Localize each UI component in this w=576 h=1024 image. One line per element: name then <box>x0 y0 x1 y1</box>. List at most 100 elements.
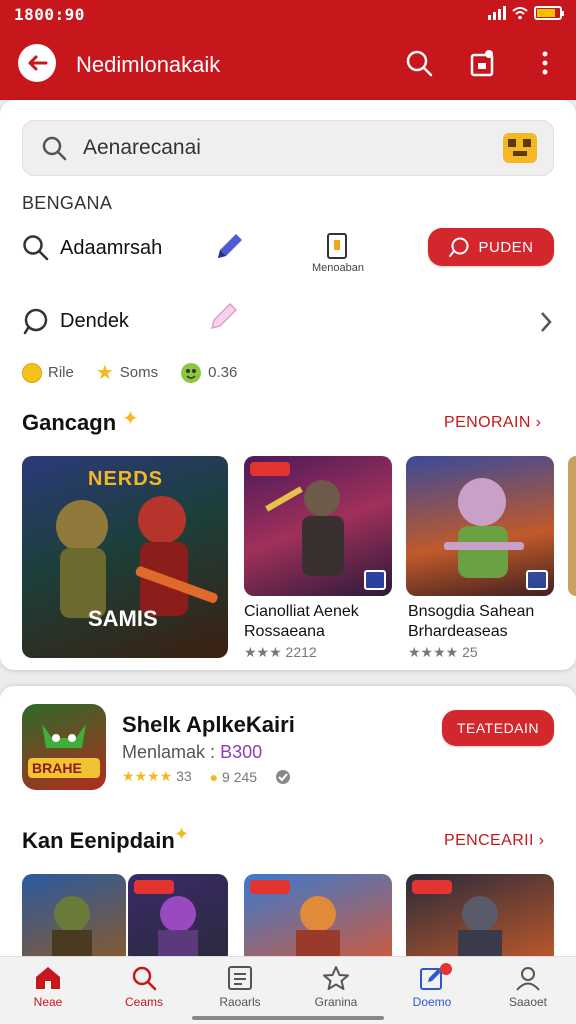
battery-icon <box>534 6 564 20</box>
list-icon <box>228 966 252 990</box>
game-card-7[interactable] <box>244 874 392 956</box>
section2-see-all[interactable]: PENCEARII › <box>444 832 544 850</box>
nav-list-label: Raoarls <box>219 995 261 1009</box>
featured-downloads: ● 9 245 <box>210 769 257 785</box>
nav-profile-label: Saaoet <box>508 995 548 1009</box>
chevron-right-icon[interactable] <box>538 310 554 334</box>
section1-see-all-label: PENORAIN <box>444 414 531 431</box>
featured-price: B300 <box>220 742 263 762</box>
search-icon <box>406 50 433 77</box>
install-button-label: TEATEDAIN <box>456 720 540 736</box>
star-icon: ★ <box>95 362 114 384</box>
verified-icon <box>276 769 291 784</box>
bottom-nav: Neae Ceams Raoarls Granina Doemo Saaoet <box>0 956 576 1024</box>
nav-star-label: Granina <box>314 995 358 1009</box>
coin-icon <box>22 362 42 383</box>
section1-see-all[interactable]: PENORAIN › <box>444 414 541 432</box>
card3-title-line2: Brhardeaseas <box>408 623 508 640</box>
game-card-3[interactable] <box>406 456 554 596</box>
search-button[interactable] <box>402 46 436 80</box>
pencil-icon[interactable] <box>206 300 240 334</box>
section1-title: Gancagn <box>22 410 117 435</box>
featured-rating: ★★★★ 33 <box>122 768 192 785</box>
card1-logo-text: NERDS <box>88 468 164 490</box>
back-button[interactable] <box>18 44 56 82</box>
wifi-icon <box>512 7 528 20</box>
main-sheet: BENGANA Adaamrsah Menoaban PUDEN Dendek … <box>0 100 576 670</box>
star-text: Soms <box>119 364 159 381</box>
section2-see-all-label: PENCEARII <box>444 832 534 849</box>
section2-title: Kan Eenipdain <box>22 828 175 853</box>
game-card-5[interactable] <box>22 874 126 956</box>
card3-title-line1: Bnsogdia Sahean <box>408 603 535 620</box>
game-card-4-peek[interactable] <box>568 456 576 596</box>
star-icon <box>323 966 349 990</box>
card-badge <box>134 880 174 894</box>
card2-title-line1: Cianolliat Aenek <box>244 603 359 620</box>
open-button[interactable]: PUDEN <box>428 228 554 266</box>
featured-app-subtitle: Menlamak : B300 <box>122 742 262 763</box>
card2-title: Cianolliat Aenek Rossaeana <box>244 602 359 642</box>
section-label: BENGANA <box>22 193 113 213</box>
system-indicators <box>488 6 564 20</box>
nav-edit-label: Doemo <box>412 995 452 1009</box>
nav-edit[interactable]: Doemo <box>384 957 480 1024</box>
smiley-icon: ● <box>209 768 219 785</box>
game-art <box>52 896 92 956</box>
expand-icon <box>364 570 386 590</box>
nav-list[interactable]: Raoarls <box>192 957 288 1024</box>
mini-caption: Menoaban <box>312 262 364 274</box>
featured-downloads-count: 9 245 <box>222 768 258 785</box>
nav-search[interactable]: Ceams <box>96 957 192 1024</box>
document-icon[interactable] <box>326 232 348 260</box>
game-card-8[interactable] <box>406 874 554 956</box>
card2-title-line2: Rossaeana <box>244 623 325 640</box>
game-card-2[interactable] <box>244 456 392 596</box>
nav-star[interactable]: Granina <box>288 957 384 1024</box>
secondary-action-row[interactable]: Dendek <box>22 307 129 335</box>
featured-subtitle-text: Menlamak : <box>122 742 216 762</box>
card2-rating: ★★★ 2212 <box>244 644 317 660</box>
more-vertical-icon <box>542 51 548 75</box>
card-badge <box>250 462 290 476</box>
featured-app-icon[interactable]: BRAHE <box>22 704 106 790</box>
card-badge <box>412 880 452 894</box>
search-icon <box>42 136 67 161</box>
game-card-1[interactable]: NERDS SAMIS <box>22 456 228 658</box>
nav-profile[interactable]: Saaoet <box>480 957 576 1024</box>
search-input[interactable] <box>83 133 483 163</box>
primary-action-row[interactable]: Adaamrsah <box>22 234 162 262</box>
pen-icon[interactable] <box>212 230 246 264</box>
open-button-label: PUDEN <box>478 238 534 256</box>
share-button[interactable] <box>466 46 500 80</box>
mascot-icon <box>503 133 537 163</box>
rating-meta: 0.36 <box>180 362 237 384</box>
gesture-bar[interactable] <box>192 1016 384 1020</box>
game-card-6[interactable] <box>128 874 228 956</box>
nav-search-label: Ceams <box>124 995 163 1009</box>
rating-text: 0.36 <box>208 364 238 381</box>
featured-meta: ★★★★ 33 ● 9 245 <box>122 768 291 785</box>
featured-rating-count: 33 <box>176 768 192 784</box>
secondary-action-label: Dendek <box>60 309 129 332</box>
install-button[interactable]: TEATEDAIN <box>442 710 554 746</box>
coin-meta: Rile <box>22 362 74 383</box>
featured-app-name: Shelk AplkeKairi <box>122 712 295 737</box>
status-bar: 1800:90 <box>0 0 576 28</box>
card1-label: SAMIS <box>88 606 158 631</box>
search-bar[interactable] <box>22 120 554 176</box>
back-arrow-icon <box>28 55 48 71</box>
search-icon <box>132 966 157 991</box>
more-button[interactable] <box>528 46 562 80</box>
search-icon <box>23 235 49 261</box>
app-logo-text: BRAHE <box>32 760 82 776</box>
card3-title: Bnsogdia Sahean Brhardeaseas <box>408 602 534 642</box>
status-time: 1800:90 <box>14 5 85 24</box>
nav-home[interactable]: Neae <box>0 957 96 1024</box>
smiley-icon <box>181 362 202 383</box>
home-icon <box>36 967 60 989</box>
app-bar: Nedimlonakaik <box>0 28 576 100</box>
app-logo-art <box>28 724 100 778</box>
sparkle-icon: ✦ <box>122 408 139 430</box>
coin-text: Rile <box>48 364 74 381</box>
